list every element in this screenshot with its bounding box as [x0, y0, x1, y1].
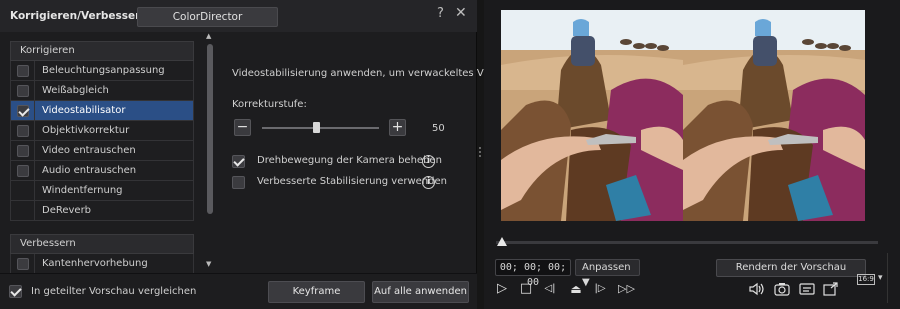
stop-icon[interactable]: □ — [518, 281, 534, 297]
checkbox[interactable] — [17, 125, 29, 137]
preview-right-frame — [683, 10, 865, 221]
scroll-up-icon[interactable]: ▲ — [206, 32, 211, 40]
subtitle-icon[interactable] — [799, 282, 815, 296]
group-header-korrigieren: Korrigieren — [10, 41, 194, 61]
preview-timeline[interactable] — [496, 241, 878, 244]
aspect-dropdown-icon[interactable]: ▾ — [878, 273, 883, 283]
fast-forward-icon[interactable]: ▷▷ — [618, 281, 635, 297]
list-item[interactable]: Video entrauschen — [10, 141, 194, 161]
list-item-label: DeReverb — [42, 205, 92, 216]
external-icon[interactable] — [823, 282, 839, 296]
divider — [34, 254, 35, 273]
divider — [34, 141, 35, 160]
list-item-label: Videostabilisator — [42, 105, 126, 116]
fit-dropdown[interactable]: Anpassen ▼ — [575, 259, 640, 288]
checkbox[interactable] — [232, 155, 245, 168]
close-icon[interactable]: ✕ — [455, 5, 467, 21]
preview-left-frame — [501, 10, 683, 221]
timecode-display[interactable]: 00; 00; 00; 00 — [495, 259, 571, 288]
aspect-ratio-icon[interactable]: 16:9 — [857, 274, 875, 285]
compare-label: In geteilter Vorschau vergleichen — [31, 286, 197, 297]
list-item[interactable]: DeReverb — [10, 201, 194, 221]
help-icon[interactable]: ? — [437, 6, 444, 21]
correction-slider-thumb[interactable] — [313, 122, 320, 133]
scroll-down-icon[interactable]: ▼ — [206, 260, 211, 268]
checkbox[interactable] — [17, 105, 29, 117]
info-icon[interactable]: i — [422, 176, 435, 189]
splitter-handle[interactable] — [479, 145, 482, 161]
panel-footer: In geteilter Vorschau vergleichen Keyfra… — [0, 273, 477, 309]
panel-header: Korrigieren/Verbessern ColorDirector ? ✕ — [0, 0, 477, 32]
list-item-label: Audio entrauschen — [42, 165, 137, 176]
divider — [34, 201, 35, 220]
preview-panel: 00; 00; 00; 00 Anpassen ▼ Rendern der Vo… — [484, 0, 900, 309]
app-window: Korrigieren/Verbessern ColorDirector ? ✕… — [0, 0, 900, 309]
play-icon[interactable]: ▷ — [494, 281, 510, 297]
split-preview-video — [501, 10, 865, 221]
option-label: Verbesserte Stabilisierung verwenden — [257, 176, 447, 187]
next-frame-icon[interactable]: |▷ — [592, 281, 608, 297]
correct-enhance-panel: Korrigieren/Verbessern ColorDirector ? ✕… — [0, 0, 505, 309]
panel-title: Korrigieren/Verbessern — [10, 10, 148, 22]
playhead-marker[interactable] — [497, 237, 507, 246]
apply-all-button[interactable]: Auf alle anwenden — [372, 281, 469, 303]
list-item[interactable]: Weißabgleich — [10, 81, 194, 101]
list-item-label: Video entrauschen — [42, 145, 136, 156]
list-item[interactable]: Windentfernung — [10, 181, 194, 201]
decrease-button[interactable]: − — [234, 119, 251, 136]
camera-icon[interactable] — [774, 282, 790, 296]
divider — [34, 81, 35, 100]
effects-list: Korrigieren Beleuchtungsanpassung Weißab… — [10, 41, 194, 273]
list-item-label: Weißabgleich — [42, 85, 109, 96]
scrollbar-thumb[interactable] — [207, 44, 213, 214]
checkbox[interactable] — [17, 85, 29, 97]
divider — [34, 101, 35, 120]
option-label: Drehbewegung der Kamera beheben — [257, 155, 442, 166]
speaker-icon[interactable] — [749, 282, 765, 296]
split-marker-icon[interactable]: ⏏ — [568, 281, 584, 297]
render-preview-button[interactable]: Rendern der Vorschau — [716, 259, 866, 277]
list-scrollbar[interactable]: ▲ ▼ — [205, 32, 215, 272]
divider — [34, 121, 35, 140]
keyframe-button[interactable]: Keyframe — [268, 281, 365, 303]
checkbox[interactable] — [232, 176, 245, 189]
checkbox[interactable] — [17, 258, 29, 270]
list-item[interactable]: Beleuchtungsanpassung — [10, 61, 194, 81]
list-item[interactable]: Audio entrauschen — [10, 161, 194, 181]
divider — [34, 181, 35, 200]
divider — [34, 161, 35, 180]
increase-button[interactable]: + — [389, 119, 406, 136]
effect-description: Videostabilisierung anwenden, um verwack… — [232, 68, 505, 79]
previous-frame-icon[interactable]: ◁| — [542, 281, 558, 297]
group-header-verbessern: Verbessern — [10, 234, 194, 254]
colordirector-button[interactable]: ColorDirector — [137, 7, 278, 27]
divider — [34, 61, 35, 80]
correction-level-label: Korrekturstufe: — [232, 99, 307, 110]
checkbox[interactable] — [17, 165, 29, 177]
divider — [887, 253, 888, 303]
list-item-label: Windentfernung — [42, 185, 123, 196]
checkbox[interactable] — [17, 145, 29, 157]
list-item-selected[interactable]: Videostabilisator — [10, 101, 194, 121]
list-item-label: Kantenhervorhebung — [42, 258, 148, 269]
list-item-label: Beleuchtungsanpassung — [42, 65, 165, 76]
list-item-label: Objektivkorrektur — [42, 125, 130, 136]
correction-value: 50 — [432, 123, 445, 134]
list-item[interactable]: Objektivkorrektur — [10, 121, 194, 141]
compare-checkbox[interactable] — [9, 285, 22, 298]
correction-slider-track[interactable] — [262, 127, 379, 129]
list-item[interactable]: Kantenhervorhebung — [10, 254, 194, 273]
checkbox[interactable] — [17, 65, 29, 77]
info-icon[interactable]: i — [422, 155, 435, 168]
